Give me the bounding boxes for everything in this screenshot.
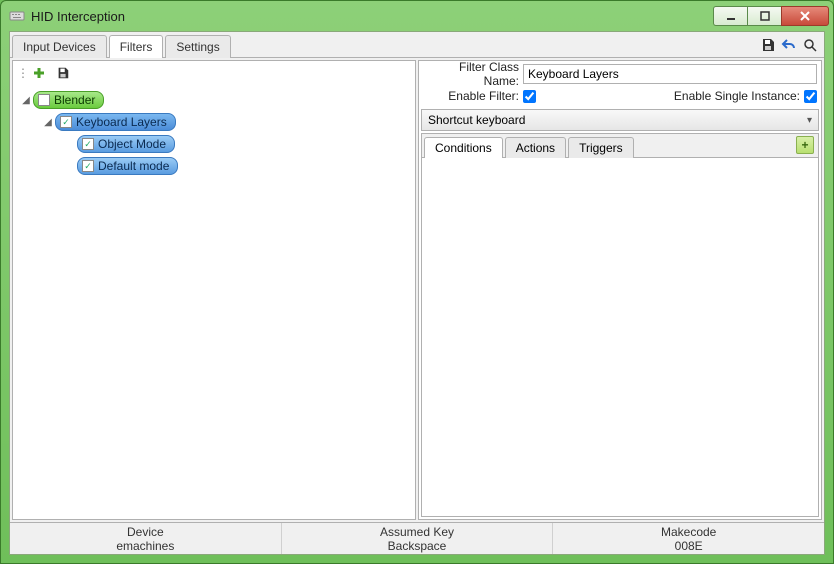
status-makecode: Makecode 008E bbox=[552, 523, 824, 554]
row-filter-class-name: Filter Class Name: bbox=[423, 63, 817, 85]
detail-pane: Filter Class Name: Enable Filter: Enable… bbox=[418, 60, 822, 520]
tree-node-label: Blender bbox=[54, 93, 95, 107]
client-area: Input Devices Filters Settings ⋮ bbox=[9, 31, 825, 555]
status-bar: Device emachines Assumed Key Backspace M… bbox=[10, 522, 824, 554]
subtab-conditions[interactable]: Conditions bbox=[424, 137, 503, 158]
titlebar[interactable]: HID Interception bbox=[1, 1, 833, 31]
tree-node-label: Keyboard Layers bbox=[76, 115, 167, 129]
status-assumed-key-value: Backspace bbox=[282, 539, 553, 553]
tree-node-pill[interactable]: ✓ Object Mode bbox=[77, 135, 175, 153]
subtab-strip: Conditions Actions Triggers + bbox=[422, 134, 818, 158]
tree-node-checkbox[interactable]: ✓ bbox=[82, 138, 94, 150]
tree-node-label: Default mode bbox=[98, 159, 169, 173]
add-subitem-button[interactable]: + bbox=[796, 136, 814, 154]
add-icon[interactable] bbox=[29, 63, 49, 83]
tree-node-checkbox[interactable]: ✓ bbox=[60, 116, 72, 128]
tree-node-default-mode[interactable]: ✓ Default mode bbox=[15, 155, 413, 177]
enable-single-instance-label: Enable Single Instance: bbox=[674, 89, 804, 103]
status-device-value: emachines bbox=[10, 539, 281, 553]
application-window: HID Interception Input Devices Filters S… bbox=[0, 0, 834, 564]
tree-node-checkbox[interactable] bbox=[38, 94, 50, 106]
filter-form: Filter Class Name: Enable Filter: Enable… bbox=[419, 61, 821, 109]
status-device-label: Device bbox=[10, 525, 281, 539]
status-assumed-key: Assumed Key Backspace bbox=[281, 523, 553, 554]
filter-class-name-label: Filter Class Name: bbox=[423, 60, 523, 88]
save-icon[interactable] bbox=[758, 35, 778, 55]
subtab-actions[interactable]: Actions bbox=[505, 137, 566, 158]
subtab-container: Conditions Actions Triggers + bbox=[421, 133, 819, 517]
status-makecode-label: Makecode bbox=[553, 525, 824, 539]
plus-icon: + bbox=[801, 138, 808, 152]
tree-node-pill[interactable]: ✓ Default mode bbox=[77, 157, 178, 175]
tree-toolbar: ⋮ bbox=[13, 61, 415, 85]
status-makecode-value: 008E bbox=[553, 539, 824, 553]
save-tree-icon[interactable] bbox=[53, 63, 73, 83]
tree-node-pill[interactable]: ✓ Keyboard Layers bbox=[55, 113, 176, 131]
tree-node-label: Object Mode bbox=[98, 137, 166, 151]
section-shortcut-keyboard[interactable]: Shortcut keyboard bbox=[421, 109, 819, 131]
tab-input-devices[interactable]: Input Devices bbox=[12, 35, 107, 58]
status-assumed-key-label: Assumed Key bbox=[282, 525, 553, 539]
tabstrip-toolbar bbox=[758, 35, 824, 55]
tree-node-checkbox[interactable]: ✓ bbox=[82, 160, 94, 172]
tree-node-keyboard-layers[interactable]: ◢ ✓ Keyboard Layers bbox=[15, 111, 413, 133]
expander-icon[interactable]: ◢ bbox=[19, 93, 33, 107]
filter-class-name-input[interactable] bbox=[523, 64, 817, 84]
tree-toolbar-separator: ⋮ bbox=[17, 66, 25, 80]
section-header-label: Shortcut keyboard bbox=[428, 113, 525, 127]
maximize-button[interactable] bbox=[747, 6, 781, 26]
window-title: HID Interception bbox=[31, 9, 713, 24]
window-controls bbox=[713, 6, 829, 26]
tree-node-pill[interactable]: Blender bbox=[33, 91, 104, 109]
filter-tree[interactable]: ◢ Blender ◢ ✓ Keyboard Layers bbox=[13, 85, 415, 519]
row-enable-flags: Enable Filter: Enable Single Instance: bbox=[423, 85, 817, 107]
app-icon bbox=[9, 8, 25, 24]
main-tabstrip: Input Devices Filters Settings bbox=[10, 32, 824, 58]
close-button[interactable] bbox=[781, 6, 829, 26]
subtab-content bbox=[422, 158, 818, 516]
enable-single-instance-checkbox[interactable] bbox=[804, 90, 817, 103]
main-split: ⋮ ◢ Blender bbox=[10, 58, 824, 522]
tree-node-object-mode[interactable]: ✓ Object Mode bbox=[15, 133, 413, 155]
search-icon[interactable] bbox=[800, 35, 820, 55]
tab-filters[interactable]: Filters bbox=[109, 35, 164, 58]
expander-icon[interactable]: ◢ bbox=[41, 115, 55, 129]
status-device: Device emachines bbox=[10, 523, 281, 554]
minimize-button[interactable] bbox=[713, 6, 747, 26]
subtab-triggers[interactable]: Triggers bbox=[568, 137, 634, 158]
enable-filter-label: Enable Filter: bbox=[423, 89, 523, 103]
tree-node-blender[interactable]: ◢ Blender bbox=[15, 89, 413, 111]
enable-filter-checkbox[interactable] bbox=[523, 90, 536, 103]
tree-pane: ⋮ ◢ Blender bbox=[12, 60, 416, 520]
tab-settings[interactable]: Settings bbox=[165, 35, 230, 58]
undo-icon[interactable] bbox=[779, 35, 799, 55]
